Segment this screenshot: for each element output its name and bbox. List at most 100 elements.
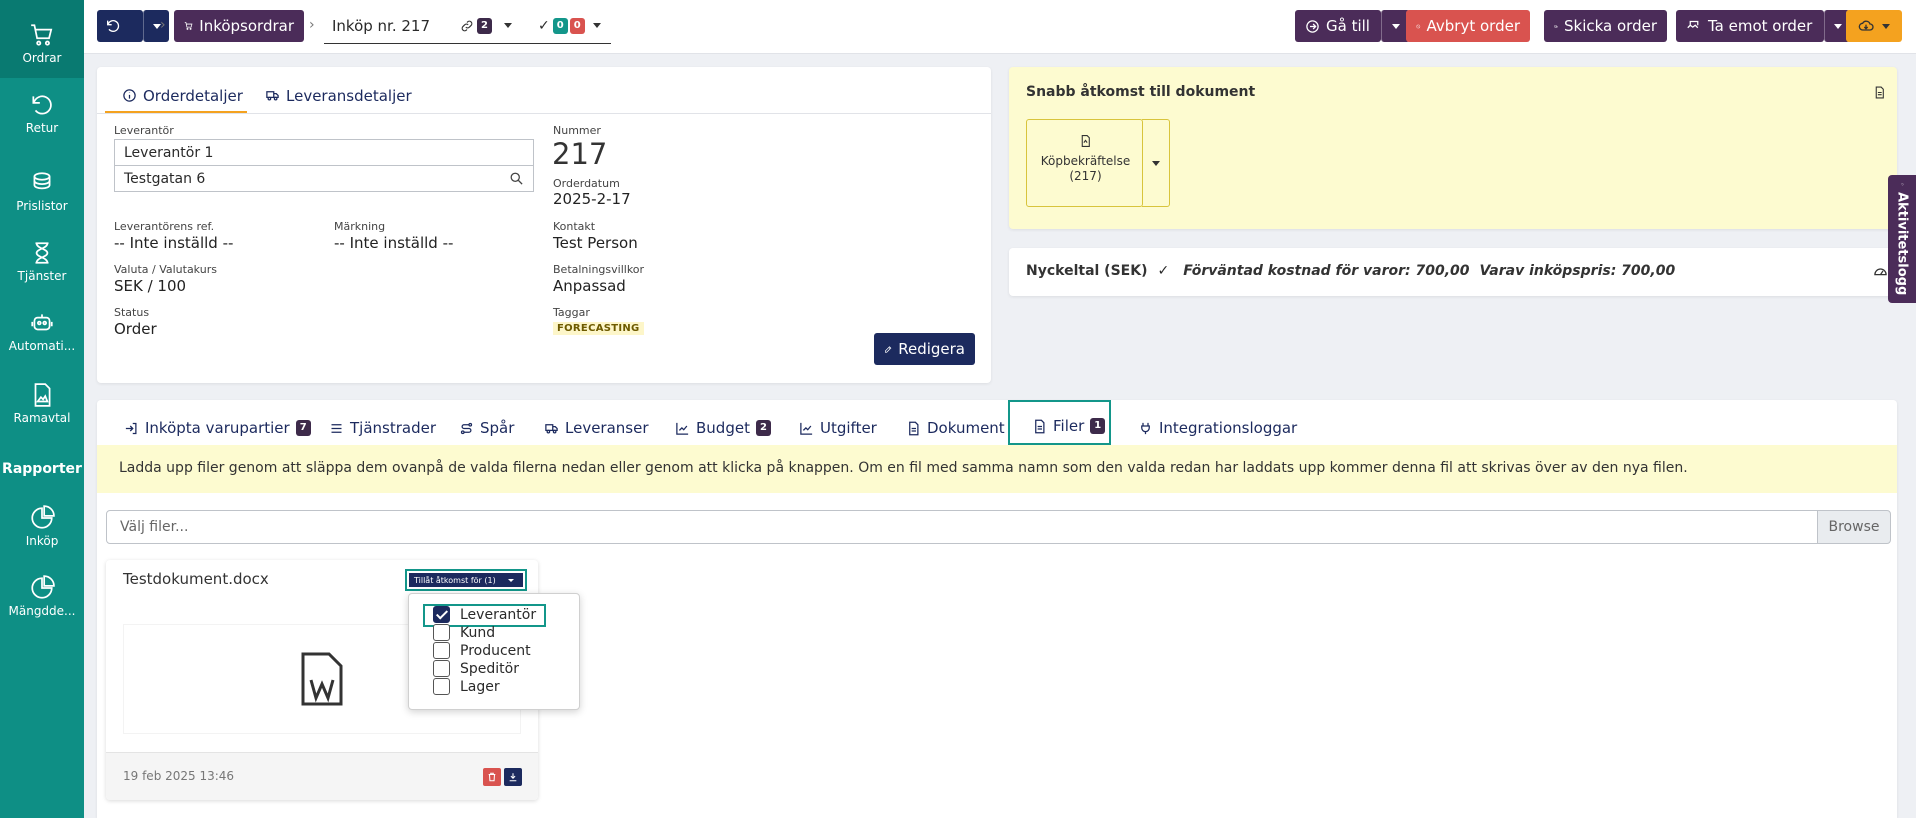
tab-integration-logs[interactable]: Integrationsloggar xyxy=(1138,416,1297,440)
goto-button[interactable]: Gå till xyxy=(1295,10,1381,42)
checkbox[interactable] xyxy=(433,660,450,677)
access-option-producer[interactable]: Producent xyxy=(433,642,531,659)
check-red-badge: 0 xyxy=(569,17,585,34)
edit-button[interactable]: Redigera xyxy=(874,333,975,365)
document-icon xyxy=(1035,419,1045,433)
link-count-badge: 2 xyxy=(477,17,493,34)
currency-value: SEK / 100 xyxy=(114,277,187,295)
tab-label: Filer xyxy=(1053,417,1085,435)
history-button[interactable] xyxy=(97,10,143,42)
sidebar-item-label: Retur xyxy=(25,121,59,135)
purchase-title-selector[interactable]: Inköp nr. 217 2 ✓ 0 0 xyxy=(324,8,611,44)
sidebar-item-automation[interactable]: Automati... xyxy=(0,310,84,353)
check-icon: ✓ xyxy=(538,17,550,34)
tab-label: Budget xyxy=(696,419,750,437)
truck-icon xyxy=(545,423,558,433)
access-selector-focus: Tillåt åtkomst för (1) xyxy=(405,569,527,591)
receive-order-button[interactable]: Ta emot order xyxy=(1676,10,1824,42)
tab-badge: 2 xyxy=(755,420,771,436)
tab-tracking[interactable]: Spår xyxy=(459,416,514,440)
cart-icon xyxy=(31,24,53,46)
download-file-button[interactable] xyxy=(504,768,522,786)
supplier-ref-value: -- Inte inställd -- xyxy=(114,234,234,252)
address-value: Testgatan 6 xyxy=(124,170,206,187)
tab-label: Leveranser xyxy=(565,419,649,437)
supplier-label: Leverantör xyxy=(114,124,174,137)
purchase-orders-breadcrumb[interactable]: Inköpsordrar xyxy=(174,10,304,42)
sidebar-item-orders[interactable]: Ordrar xyxy=(0,0,84,78)
option-label: Kund xyxy=(460,624,496,641)
checkbox[interactable] xyxy=(433,642,450,659)
quick-doc-dropdown[interactable] xyxy=(1142,119,1170,207)
sidebar-item-label: Ordrar xyxy=(22,51,62,65)
sidebar-item-purchase-report[interactable]: Inköp xyxy=(0,505,84,548)
sidebar-item-services[interactable]: Tjänster xyxy=(0,240,84,283)
tab-files[interactable]: Filer 1 xyxy=(1032,416,1106,436)
tab-badge: 1 xyxy=(1090,418,1106,434)
cart-icon xyxy=(184,22,193,30)
access-option-warehouse[interactable]: Lager xyxy=(433,678,500,695)
file-name: Testdokument.docx xyxy=(123,570,269,588)
tab-budget[interactable]: Budget 2 xyxy=(675,416,771,440)
tab-purchased-lots[interactable]: Inköpta varupartier 7 xyxy=(124,416,311,440)
tag-badge: FORECASTING xyxy=(553,322,644,335)
delete-file-button[interactable] xyxy=(483,768,501,786)
tab-files-active[interactable]: Filer 1 xyxy=(1008,400,1111,445)
history-icon xyxy=(1900,183,1904,186)
cancel-label: Avbryt order xyxy=(1426,17,1520,35)
tab-label: Utgifter xyxy=(820,419,877,437)
allow-access-button[interactable]: Tillåt åtkomst för (1) xyxy=(409,573,523,587)
sidebar-item-framework[interactable]: Ramavtal xyxy=(0,382,84,425)
file-card-footer: 19 feb 2025 13:46 xyxy=(106,752,538,800)
tab-deliveries[interactable]: Leveranser xyxy=(544,416,649,440)
activity-log-toggle[interactable]: Aktivitetslogg xyxy=(1888,175,1916,303)
access-option-forwarder[interactable]: Speditör xyxy=(433,660,519,677)
currency-label: Valuta / Valutakurs xyxy=(114,263,217,276)
quick-access-title: Snabb åtkomst till dokument xyxy=(1026,84,1256,100)
access-option-supplier[interactable]: Leverantör xyxy=(433,606,536,623)
browse-button[interactable]: Browse xyxy=(1817,510,1891,544)
check-green-badge: 0 xyxy=(552,17,568,34)
terms-value: Anpassad xyxy=(553,277,626,295)
cloud-download-icon xyxy=(1858,20,1874,31)
main-tabs-card: Inköpta varupartier 7 Tjänstrader Spår L… xyxy=(97,400,1897,818)
supplier-field[interactable]: Leverantör 1 xyxy=(114,139,534,166)
sidebar-section-reports: Rapporter xyxy=(2,461,82,477)
caret-down-icon xyxy=(1834,23,1842,29)
ban-icon xyxy=(1416,24,1421,28)
pie-chart-icon xyxy=(31,505,55,529)
history-icon xyxy=(107,20,120,32)
checkbox[interactable] xyxy=(433,624,450,641)
tab-expenses[interactable]: Utgifter xyxy=(799,416,877,440)
tab-label: Spår xyxy=(480,419,515,437)
sidebar-item-label: Inköp xyxy=(25,534,59,548)
cloud-menu-button[interactable] xyxy=(1846,10,1902,42)
route-icon xyxy=(460,422,473,434)
tab-documents[interactable]: Dokument xyxy=(906,416,1005,440)
document-icon[interactable] xyxy=(1873,85,1886,100)
checkbox[interactable] xyxy=(433,678,450,695)
caret-down-icon xyxy=(504,23,513,28)
tab-order-details[interactable]: Orderdetaljer xyxy=(122,82,243,109)
sidebar-item-quantity-report[interactable]: Mängdde... xyxy=(0,575,84,618)
trash-icon xyxy=(488,772,496,782)
sidebar-item-return[interactable]: Retur xyxy=(0,92,84,135)
sidebar-item-pricelists[interactable]: Prislistor xyxy=(0,170,84,213)
sidebar-item-label: Automati... xyxy=(8,339,76,353)
address-field[interactable]: Testgatan 6 xyxy=(114,165,534,192)
receive-label: Ta emot order xyxy=(1708,17,1813,35)
arrow-circle-right-icon xyxy=(1306,19,1319,33)
tab-service-rows[interactable]: Tjänstrader xyxy=(329,416,436,440)
file-picker-input[interactable]: Välj filer... xyxy=(106,510,1828,544)
search-icon[interactable] xyxy=(509,171,524,186)
quick-doc-tile[interactable]: Köpbekräftelse (217) xyxy=(1026,119,1143,207)
chevron-right-icon: › xyxy=(160,17,166,33)
top-bar: › Inköpsordrar › Inköp nr. 217 2 ✓ 0 0 G… xyxy=(84,0,1916,54)
access-option-customer[interactable]: Kund xyxy=(433,624,495,641)
cancel-order-button[interactable]: Avbryt order xyxy=(1406,10,1530,42)
tab-delivery-details[interactable]: Leveransdetaljer xyxy=(265,82,412,109)
gauge-icon[interactable] xyxy=(1873,264,1888,279)
info-icon xyxy=(123,89,136,102)
send-order-button[interactable]: Skicka order xyxy=(1544,10,1667,42)
checkbox-checked[interactable] xyxy=(433,606,450,623)
